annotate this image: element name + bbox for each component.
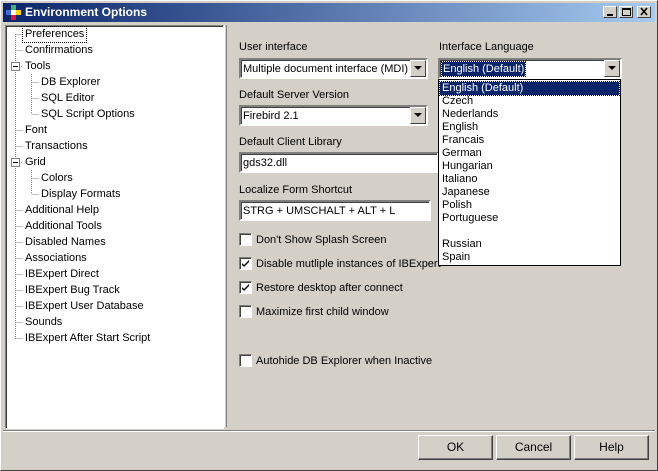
checkmark-icon xyxy=(242,284,249,291)
client-library-label: Default Client Library xyxy=(239,136,342,148)
checkbox-box[interactable] xyxy=(239,257,252,270)
localize-shortcut-label: Localize Form Shortcut xyxy=(239,184,353,196)
checkbox-label: Disable mutliple instances of IBExpert xyxy=(256,258,441,270)
server-version-select[interactable]: Firebird 2.1 xyxy=(239,105,428,126)
localize-shortcut-field[interactable]: STRG + UMSCHALT + ALT + L xyxy=(239,200,431,221)
splash-screen-checkbox[interactable]: Don't Show Splash Screen xyxy=(239,232,409,248)
language-option[interactable]: English (Default) xyxy=(439,81,620,96)
tree-item-transactions[interactable]: Transactions xyxy=(23,139,90,154)
tree-item-ibexpert-user-database[interactable]: IBExpert User Database xyxy=(23,299,146,314)
user-interface-select[interactable]: Multiple document interface (MDI) xyxy=(239,58,428,79)
checkmark-icon xyxy=(242,260,249,267)
app-icon xyxy=(6,5,21,20)
autohide-db-explorer-checkbox[interactable]: Autohide DB Explorer when Inactive xyxy=(239,353,439,369)
minimize-button[interactable] xyxy=(603,6,617,18)
tree-item-disabled-names[interactable]: Disabled Names xyxy=(23,235,108,250)
tree-item-sql-editor[interactable]: SQL Editor xyxy=(39,91,96,106)
cancel-button[interactable]: Cancel xyxy=(496,435,571,460)
user-interface-value: Multiple document interface (MDI) xyxy=(243,63,409,75)
client-library-field[interactable]: gds32.dll xyxy=(239,152,439,173)
language-option[interactable]: Italiano xyxy=(440,173,619,186)
checkbox-label: Maximize first child window xyxy=(256,306,389,318)
tree-item-font[interactable]: Font xyxy=(23,123,49,138)
close-button[interactable] xyxy=(637,6,651,18)
options-tree[interactable]: Preferences Confirmations Tools DB Explo… xyxy=(5,25,224,429)
maximize-button[interactable] xyxy=(619,6,633,18)
ok-button[interactable]: OK xyxy=(418,435,493,460)
checkbox-label: Autohide DB Explorer when Inactive xyxy=(256,355,433,367)
checkbox-box[interactable] xyxy=(239,305,252,318)
language-option[interactable]: Czech xyxy=(440,95,619,108)
close-icon xyxy=(640,7,648,16)
tree-item-colors[interactable]: Colors xyxy=(39,171,75,186)
tree-item-ibexpert-bug-track[interactable]: IBExpert Bug Track xyxy=(23,283,122,298)
language-option[interactable]: Nederlands xyxy=(440,108,619,121)
help-button[interactable]: Help xyxy=(574,435,649,460)
interface-language-dropdown-button[interactable] xyxy=(604,60,620,77)
chevron-down-icon xyxy=(414,66,422,70)
tree-item-grid[interactable]: Grid xyxy=(23,155,48,170)
server-version-label: Default Server Version xyxy=(239,89,350,101)
checkbox-label: Don't Show Splash Screen xyxy=(256,234,387,246)
interface-language-select[interactable]: English (Default) xyxy=(438,58,622,79)
interface-language-label: Interface Language xyxy=(439,41,534,53)
server-version-dropdown-button[interactable] xyxy=(410,107,426,124)
checkbox-label: Restore desktop after connect xyxy=(256,282,403,294)
tree-item-additional-help[interactable]: Additional Help xyxy=(23,203,101,218)
user-interface-label: User interface xyxy=(239,41,308,53)
language-option[interactable]: Russian xyxy=(440,238,619,251)
client-library-value: gds32.dll xyxy=(243,157,288,169)
language-option[interactable]: Japanese xyxy=(440,186,619,199)
collapse-toggle-grid xyxy=(11,158,20,167)
restore-desktop-checkbox[interactable]: Restore desktop after connect xyxy=(239,280,409,296)
localize-shortcut-value: STRG + UMSCHALT + ALT + L xyxy=(243,205,396,217)
title-bar[interactable]: Environment Options xyxy=(3,3,655,22)
environment-options-dialog: Environment Options Preferences Confirma… xyxy=(0,0,658,471)
disable-multiple-instances-checkbox[interactable]: Disable mutliple instances of IBExpert xyxy=(239,256,441,272)
checkbox-box[interactable] xyxy=(239,233,252,246)
splitter[interactable] xyxy=(224,25,227,427)
user-interface-dropdown-button[interactable] xyxy=(410,60,426,77)
tree-item-tools[interactable]: Tools xyxy=(23,59,53,74)
tree-item-sounds[interactable]: Sounds xyxy=(23,315,64,330)
window-title: Environment Options xyxy=(25,5,148,19)
language-option[interactable]: Francais xyxy=(440,134,619,147)
language-option-blank[interactable] xyxy=(440,225,619,238)
maximize-icon xyxy=(622,8,631,16)
checkbox-box[interactable] xyxy=(239,354,252,367)
interface-language-dropdown-list[interactable]: English (Default) Czech Nederlands Engli… xyxy=(438,79,621,266)
language-option[interactable]: Spain xyxy=(440,251,619,264)
maximize-first-child-checkbox[interactable]: Maximize first child window xyxy=(239,304,409,320)
language-option[interactable]: Portuguese xyxy=(440,212,619,225)
interface-language-value: English (Default) xyxy=(440,61,527,77)
tree-item-preferences[interactable]: Preferences xyxy=(21,26,88,43)
checkbox-box[interactable] xyxy=(239,281,252,294)
tree-item-display-formats[interactable]: Display Formats xyxy=(39,187,122,202)
language-option[interactable]: Hungarian xyxy=(440,160,619,173)
chevron-down-icon xyxy=(414,113,422,117)
language-option[interactable]: English xyxy=(440,121,619,134)
tree-item-sql-script-options[interactable]: SQL Script Options xyxy=(39,107,137,122)
collapse-toggle-tools xyxy=(11,62,20,71)
language-option[interactable]: German xyxy=(440,147,619,160)
tree-item-after-start-script[interactable]: IBExpert After Start Script xyxy=(23,331,152,346)
tree-item-confirmations[interactable]: Confirmations xyxy=(23,43,95,58)
tree-item-associations[interactable]: Associations xyxy=(23,251,89,266)
chevron-down-icon xyxy=(608,66,616,70)
language-option[interactable]: Polish xyxy=(440,199,619,212)
tree-item-db-explorer[interactable]: DB Explorer xyxy=(39,75,102,90)
tree-item-additional-tools[interactable]: Additional Tools xyxy=(23,219,104,234)
tree-item-ibexpert-direct[interactable]: IBExpert Direct xyxy=(23,267,101,282)
minimize-icon xyxy=(607,14,613,16)
server-version-value: Firebird 2.1 xyxy=(243,110,299,122)
